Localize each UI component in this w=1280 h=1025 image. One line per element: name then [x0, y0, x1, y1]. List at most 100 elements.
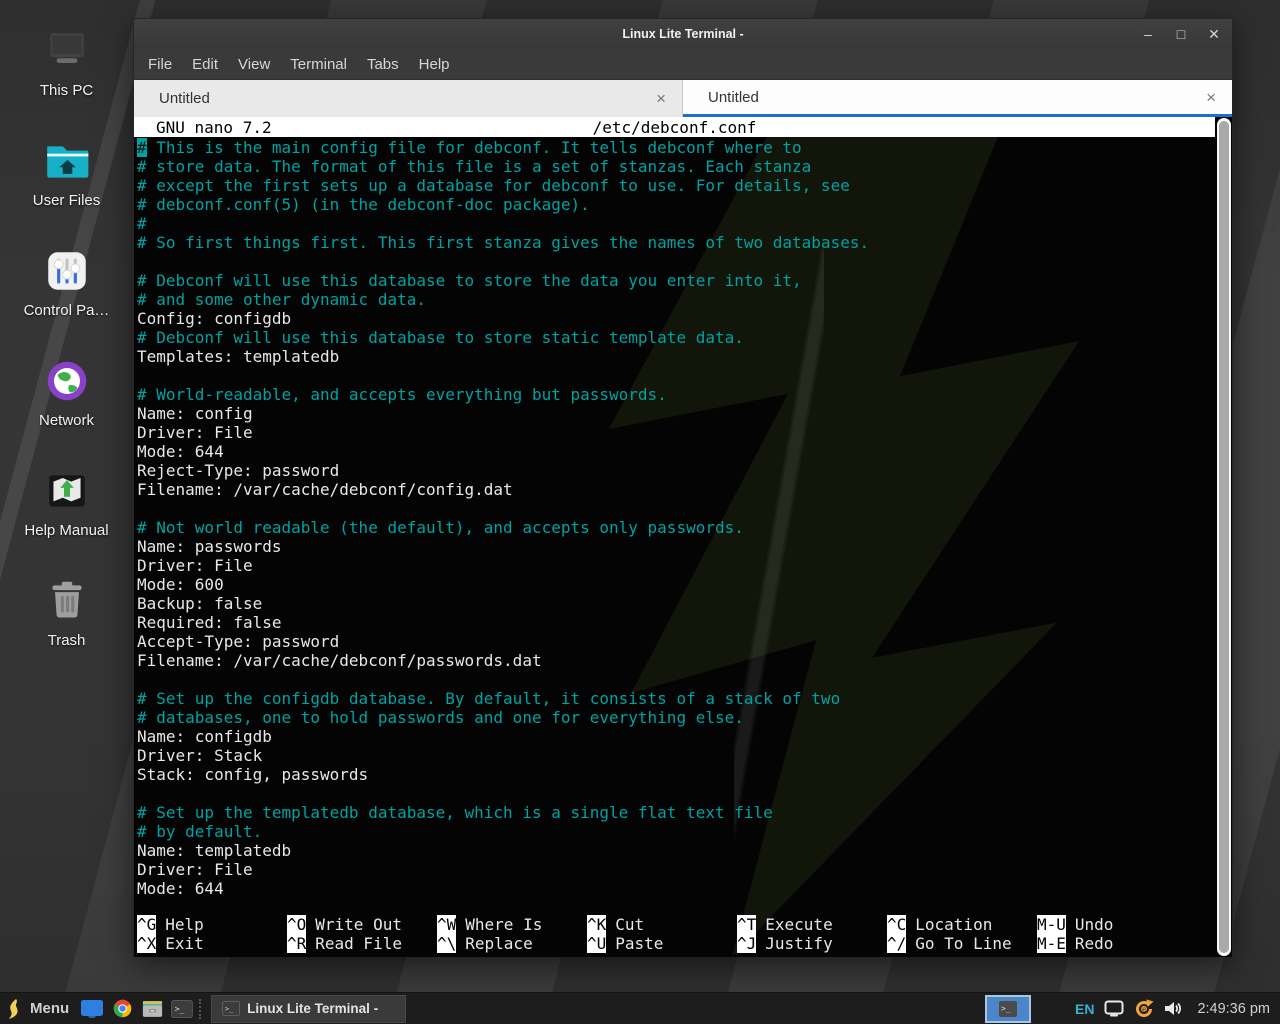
menu-terminal[interactable]: Terminal	[280, 52, 357, 77]
terminal-line: Backup: false	[137, 594, 1232, 613]
menu-view[interactable]: View	[228, 52, 280, 77]
terminal-scrollbar[interactable]	[1217, 118, 1231, 956]
taskbar-separator	[199, 999, 207, 1019]
maximize-icon[interactable]: □	[1173, 27, 1189, 41]
shortcut-replace: ^\Replace	[437, 934, 587, 953]
terminal-line	[137, 670, 1232, 689]
tab-label: Untitled	[708, 89, 1204, 106]
nano-shortcuts: ^GHelp^OWrite Out^WWhere Is^KCut^TExecut…	[137, 915, 1187, 953]
home-folder-icon	[42, 136, 92, 186]
desktop-icon-this-pc[interactable]: This PC	[0, 18, 133, 128]
window-title: Linux Lite Terminal -	[134, 27, 1232, 41]
desktop-icon-label: This PC	[40, 82, 93, 99]
window-titlebar[interactable]: Linux Lite Terminal - – □ ✕	[134, 19, 1232, 49]
shortcut-redo: M-ERedo	[1037, 934, 1187, 953]
menu-button-label: Menu	[30, 1000, 69, 1017]
shortcut-write-out: ^OWrite Out	[287, 915, 437, 934]
terminal-line: Driver: File	[137, 860, 1232, 879]
launcher-file-manager[interactable]	[137, 993, 167, 1025]
linux-lite-flame-icon	[8, 999, 23, 1019]
task-button-terminal[interactable]: >_ Linux Lite Terminal -	[211, 995, 406, 1023]
shortcut-help: ^GHelp	[137, 915, 287, 934]
terminal-line: # Debconf will use this database to stor…	[137, 271, 1232, 290]
pager-terminal-icon: >_	[999, 1001, 1017, 1017]
tab-untitled-2[interactable]: Untitled ×	[683, 80, 1232, 117]
tab-close-icon[interactable]: ×	[1204, 89, 1218, 106]
updates-refresh-icon[interactable]: e	[1134, 999, 1154, 1019]
tab-untitled-1[interactable]: Untitled ×	[134, 80, 683, 117]
task-button-label: Linux Lite Terminal -	[247, 1001, 378, 1016]
volume-icon[interactable]	[1164, 1000, 1183, 1017]
terminal-content[interactable]: GNU nano 7.2 /etc/debconf.conf # This is…	[134, 117, 1232, 957]
desktop-icon-network[interactable]: Network	[0, 348, 133, 458]
terminal-line: Filename: /var/cache/debconf/passwords.d…	[137, 651, 1232, 670]
terminal-line: Config: configdb	[137, 309, 1232, 328]
terminal-line: # Set up the configdb database. By defau…	[137, 689, 1232, 708]
menu-button[interactable]: Menu	[0, 993, 77, 1025]
desktop-icon-label: User Files	[33, 192, 101, 209]
keyboard-layout-indicator[interactable]: EN	[1075, 1001, 1094, 1017]
tab-close-icon[interactable]: ×	[654, 90, 668, 107]
tab-bar: Untitled × Untitled ×	[134, 80, 1232, 117]
close-icon[interactable]: ✕	[1206, 27, 1222, 41]
terminal-line: Name: configdb	[137, 727, 1232, 746]
shortcut-paste: ^UPaste	[587, 934, 737, 953]
desktop-icon-label: Help Manual	[24, 522, 108, 539]
terminal-line: Driver: Stack	[137, 746, 1232, 765]
launcher-desktop[interactable]	[77, 993, 107, 1025]
terminal-line	[137, 784, 1232, 803]
nano-filename: /etc/debconf.conf	[134, 118, 1215, 137]
terminal-line	[137, 366, 1232, 385]
svg-text:e: e	[1142, 1005, 1146, 1013]
terminal-line	[137, 252, 1232, 271]
clock[interactable]: 2:49:36 pm	[1197, 1001, 1270, 1017]
menu-help[interactable]: Help	[409, 52, 460, 77]
terminal-line: # Not world readable (the default), and …	[137, 518, 1232, 537]
svg-text:>_: >_	[225, 1005, 234, 1013]
launcher-chrome[interactable]	[107, 993, 137, 1025]
desktop-icon-user-files[interactable]: User Files	[0, 128, 133, 238]
desktop-icon-control-panel[interactable]: Control Pa…	[0, 238, 133, 348]
blue-display-icon	[81, 1000, 103, 1018]
system-tray: EN e 2:49:36 pm	[1075, 999, 1280, 1019]
nano-body[interactable]: # This is the main config file for debco…	[134, 137, 1232, 898]
terminal-line: Filename: /var/cache/debconf/config.dat	[137, 480, 1232, 499]
svg-text:>_: >_	[175, 1003, 185, 1013]
launcher-terminal[interactable]: >_	[167, 993, 197, 1025]
terminal-line: Driver: File	[137, 423, 1232, 442]
minimize-icon[interactable]: –	[1140, 27, 1156, 41]
trash-icon	[42, 576, 92, 626]
tab-label: Untitled	[159, 90, 654, 107]
terminal-line: Required: false	[137, 613, 1232, 632]
nano-titlebar: GNU nano 7.2 /etc/debconf.conf	[134, 117, 1215, 137]
terminal-line: Name: templatedb	[137, 841, 1232, 860]
desktop-icon-label: Trash	[48, 632, 86, 649]
terminal-line: # debconf.conf(5) (in the debconf-doc pa…	[137, 195, 1232, 214]
sliders-icon	[42, 246, 92, 296]
workspace-pager[interactable]: >_	[985, 995, 1031, 1023]
terminal-line: # databases, one to hold passwords and o…	[137, 708, 1232, 727]
terminal-line: Accept-Type: password	[137, 632, 1232, 651]
desktop-icon-help-manual[interactable]: Help Manual	[0, 458, 133, 568]
chrome-icon	[113, 999, 132, 1018]
desktop-icon-label: Control Pa…	[24, 302, 110, 319]
terminal-line: #	[137, 214, 1232, 233]
terminal-line: Name: passwords	[137, 537, 1232, 556]
menu-file[interactable]: File	[138, 52, 182, 77]
terminal-line: Reject-Type: password	[137, 461, 1232, 480]
desktop-icon-trash[interactable]: Trash	[0, 568, 133, 678]
menu-edit[interactable]: Edit	[182, 52, 228, 77]
terminal-icon: >_	[171, 1000, 193, 1018]
shortcut-location: ^CLocation	[887, 915, 1037, 934]
desktop-icon-list: This PC User Files Control Pa…	[0, 18, 133, 678]
shortcut-go-to-line: ^/Go To Line	[887, 934, 1037, 953]
terminal-line: Stack: config, passwords	[137, 765, 1232, 784]
computer-icon	[42, 26, 92, 76]
scrollbar-thumb[interactable]	[1219, 121, 1229, 953]
shortcut-undo: M-UUndo	[1037, 915, 1187, 934]
menu-tabs[interactable]: Tabs	[357, 52, 409, 77]
shortcut-justify: ^JJustify	[737, 934, 887, 953]
display-tray-icon[interactable]	[1104, 1000, 1124, 1017]
shortcut-execute: ^TExecute	[737, 915, 887, 934]
terminal-icon: >_	[222, 1001, 240, 1016]
